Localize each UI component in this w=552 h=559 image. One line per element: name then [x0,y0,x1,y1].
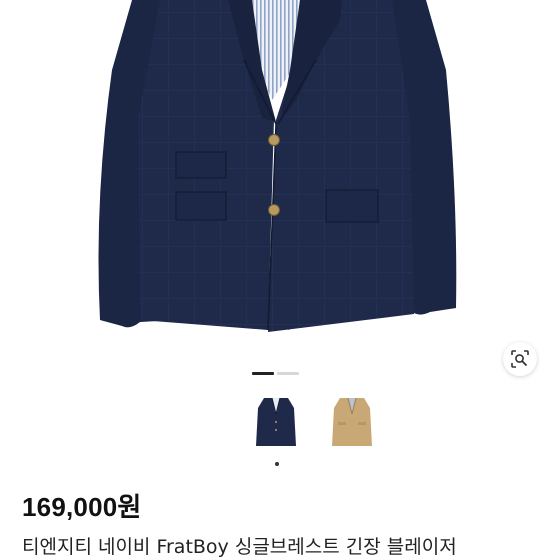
thumbnail-strip [246,388,382,448]
product-title: 티엔지티 네이비 FratBoy 싱글브레스트 긴장 블레이저 [22,536,457,558]
pager-indicator-active [252,372,274,375]
blazer-thumbnail-navy [256,397,296,446]
blazer-image [98,0,457,332]
thumbnail-selected-indicator [275,462,279,466]
pager-indicator [277,372,299,375]
thumbnail-navy[interactable] [246,388,306,448]
image-search-icon [511,350,529,368]
product-image-carousel[interactable] [0,0,552,360]
product-price: 169,000원 [22,492,142,522]
image-search-button[interactable] [503,342,537,376]
carousel-pager [252,372,299,375]
thumbnail-beige[interactable] [322,388,382,448]
blazer-thumbnail-beige [332,397,372,446]
